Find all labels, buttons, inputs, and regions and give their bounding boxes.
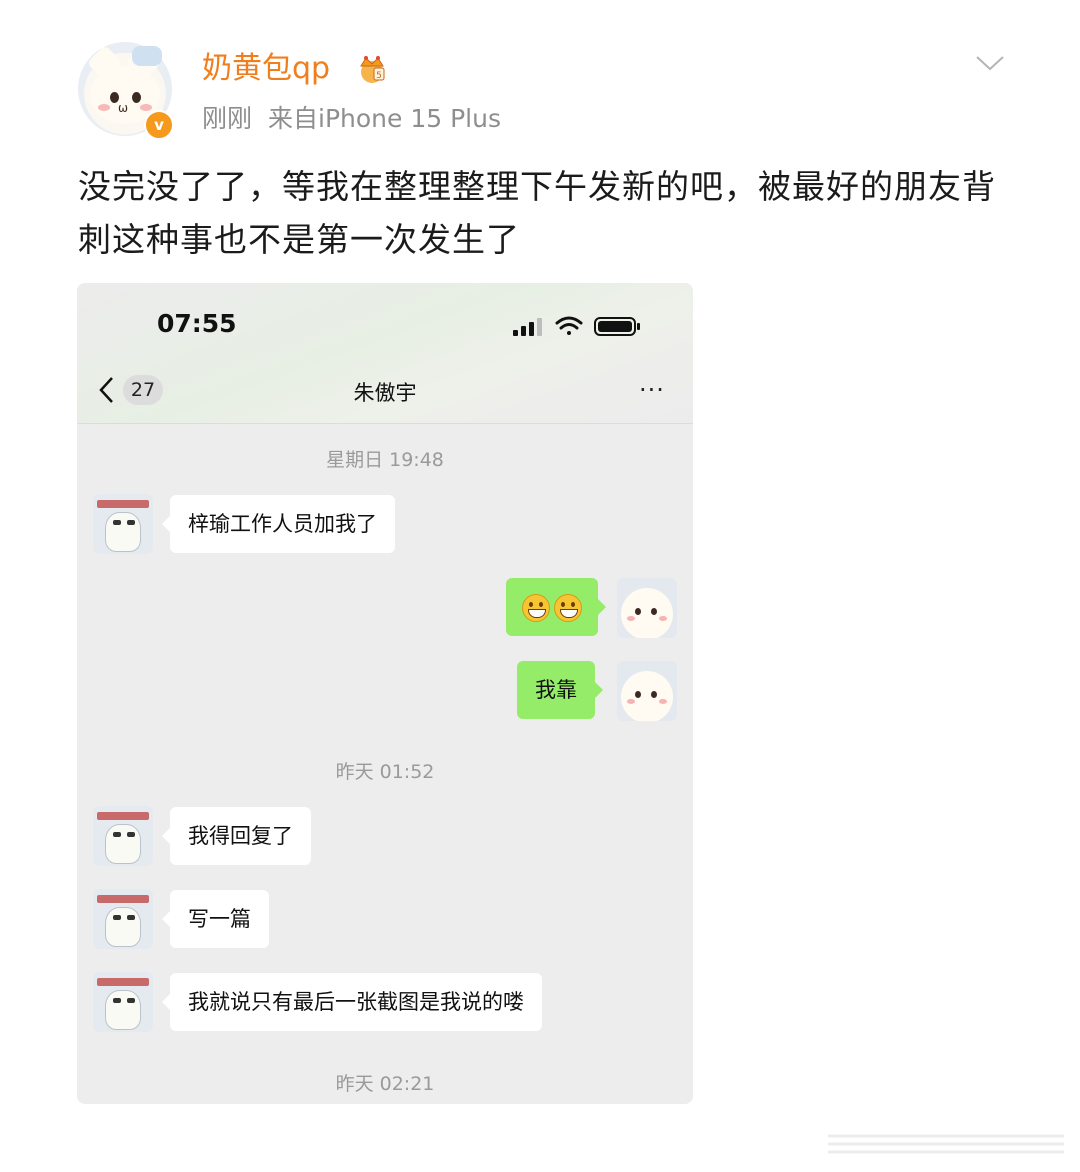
chat-timestamp: 昨天 02:21 (335, 1073, 435, 1095)
status-icons (513, 316, 640, 336)
my-avatar[interactable] (617, 661, 677, 721)
contact-name: 朱傲宇 (353, 381, 417, 405)
status-time: 07:55 (157, 309, 237, 338)
grinning-face-icon (522, 594, 550, 622)
post-source: 来自iPhone 15 Plus (268, 104, 501, 133)
chevron-down-icon[interactable] (974, 52, 1006, 74)
avatar-eye (651, 691, 657, 698)
message-bubble[interactable]: 我得回复了 (162, 807, 311, 865)
avatar-blush (140, 104, 152, 111)
message-bubble[interactable]: 梓瑜工作人员加我了 (162, 495, 395, 553)
chat-timestamp: 昨天 01:52 (335, 761, 435, 783)
message-bubble-emoji[interactable] (506, 578, 606, 636)
avatar-blush (659, 699, 667, 704)
my-avatar[interactable] (617, 578, 677, 638)
avatar-eye (651, 608, 657, 615)
friend-avatar[interactable] (93, 889, 153, 949)
message-bubble[interactable]: 我靠 (517, 661, 603, 719)
avatar-eye (127, 998, 135, 1003)
chat-screenshot[interactable]: 07:55 27 朱傲宇 ··· 星期日 19:48 梓瑜工作人员加我了 我靠 … (77, 283, 693, 1104)
username[interactable]: 奶黄包qp (202, 50, 330, 88)
avatar-blush (627, 616, 635, 621)
chat-timestamp: 星期日 19:48 (326, 449, 444, 471)
grinning-face-icon (554, 594, 582, 622)
avatar-eye (113, 998, 121, 1003)
avatar-mouth: ω (118, 101, 129, 115)
avatar-eye (113, 520, 121, 525)
avatar-eye (113, 915, 121, 920)
more-options-icon[interactable]: ··· (639, 378, 665, 402)
friend-avatar[interactable] (93, 494, 153, 554)
avatar-eye (127, 915, 135, 920)
verified-badge-icon: v (144, 110, 174, 140)
post-meta: 刚刚 来自iPhone 15 Plus (202, 102, 501, 136)
watermark-lines (828, 1134, 1064, 1154)
battery-icon (594, 317, 640, 336)
avatar-blush (659, 616, 667, 621)
post-time: 刚刚 (202, 104, 253, 133)
wifi-icon (555, 316, 583, 335)
crown-icon: 5 (360, 56, 385, 83)
avatar-bow (132, 46, 162, 66)
avatar-eye (113, 832, 121, 837)
avatar-eye (127, 832, 135, 837)
message-bubble[interactable]: 我就说只有最后一张截图是我说的喽 (162, 973, 542, 1031)
avatar-eye (132, 92, 141, 103)
friend-avatar[interactable] (93, 972, 153, 1032)
post-text: 没完没了了，等我在整理整理下午发新的吧，被最好的朋友背刺这种事也不是第一次发生了 (78, 167, 996, 259)
avatar-blush (627, 699, 635, 704)
friend-avatar[interactable] (93, 806, 153, 866)
avatar-eye (635, 691, 641, 698)
svg-text:5: 5 (376, 71, 382, 81)
avatar-blush (98, 104, 110, 111)
signal-icon (513, 318, 542, 336)
avatar-eye (127, 520, 135, 525)
avatar-eye (635, 608, 641, 615)
message-bubble[interactable]: 写一篇 (162, 890, 269, 948)
